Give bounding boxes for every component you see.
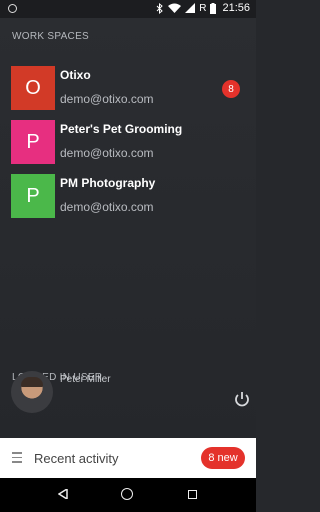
recent-apps-icon[interactable]	[188, 490, 197, 499]
unread-badge: 8	[222, 80, 240, 98]
workspace-email: demo@otixo.com	[60, 92, 154, 106]
workspace-name: PM Photography	[60, 176, 156, 190]
bottom-bar: Recent activity 8 new	[0, 438, 256, 478]
power-icon[interactable]	[233, 390, 251, 408]
menu-icon[interactable]	[12, 452, 22, 463]
wifi-icon	[168, 3, 182, 13]
system-navigation-bar	[0, 478, 256, 512]
workspace-item-otixo[interactable]: O Otixo demo@otixo.com 8	[0, 66, 256, 112]
status-time: 21:56	[222, 2, 250, 14]
user-avatar[interactable]	[11, 371, 53, 413]
workspace-email: demo@otixo.com	[60, 146, 154, 160]
signal-icon	[185, 3, 196, 13]
workspace-avatar: P	[11, 120, 55, 164]
workspace-avatar: P	[11, 174, 55, 218]
status-bar: R 21:56	[0, 0, 256, 18]
new-activity-badge[interactable]: 8 new	[201, 447, 245, 469]
home-icon[interactable]	[121, 488, 133, 500]
workspace-item-peters-pet-grooming[interactable]: P Peter's Pet Grooming demo@otixo.com	[0, 120, 256, 166]
workspace-item-pm-photography[interactable]: P PM Photography demo@otixo.com	[0, 174, 256, 220]
workspace-avatar: O	[11, 66, 55, 110]
notification-dot-icon	[8, 4, 17, 13]
workspace-name: Otixo	[60, 68, 91, 82]
user-name: Peter Miller	[60, 374, 111, 385]
bluetooth-icon	[156, 2, 163, 14]
battery-label: R	[199, 2, 207, 14]
workspace-name: Peter's Pet Grooming	[60, 122, 183, 136]
back-icon[interactable]	[58, 489, 68, 499]
workspace-email: demo@otixo.com	[60, 200, 154, 214]
recent-activity-title[interactable]: Recent activity	[34, 451, 119, 466]
battery-icon	[210, 2, 217, 14]
workspaces-heading: WORK SPACES	[12, 31, 90, 42]
